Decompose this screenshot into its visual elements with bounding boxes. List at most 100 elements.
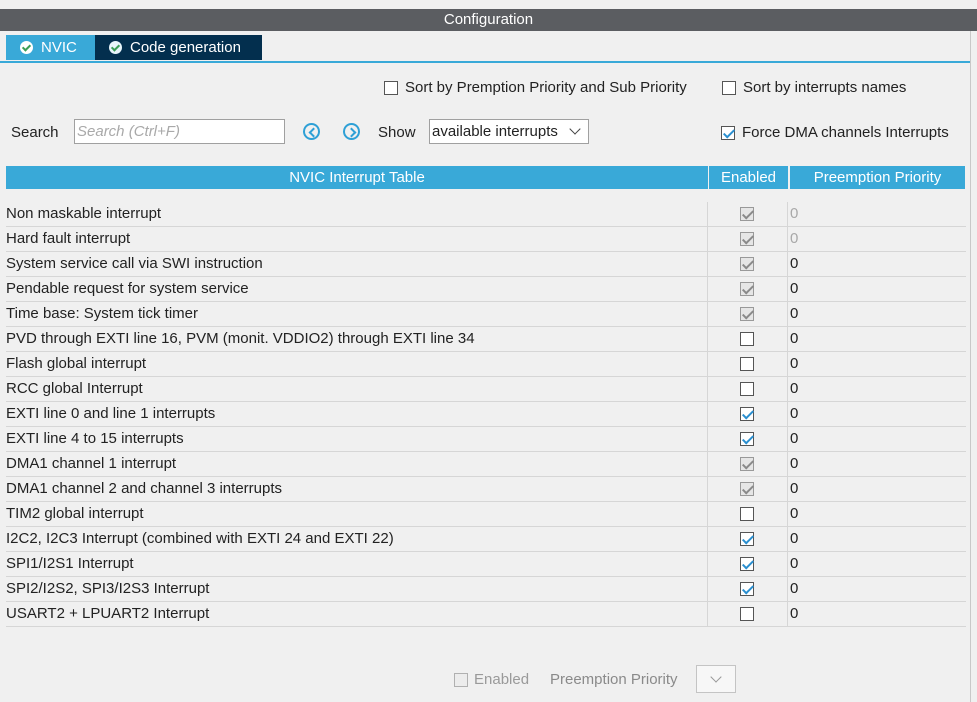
search-label: Search bbox=[11, 124, 59, 141]
enabled-checkbox bbox=[740, 482, 754, 496]
interrupt-name: PVD through EXTI line 16, PVM (monit. VD… bbox=[6, 330, 475, 347]
preemption-priority-value[interactable]: 0 bbox=[790, 230, 798, 247]
footer-enabled-label: Enabled bbox=[474, 671, 530, 688]
preemption-priority-value[interactable]: 0 bbox=[790, 280, 798, 297]
table-row[interactable]: Pendable request for system service 0 bbox=[6, 277, 966, 302]
enabled-checkbox[interactable] bbox=[740, 507, 754, 521]
tab-code-generation[interactable]: Code generation bbox=[95, 35, 262, 60]
enabled-checkbox[interactable] bbox=[740, 357, 754, 371]
table-row[interactable]: SPI1/I2S1 Interrupt 0 bbox=[6, 552, 966, 577]
footer-enabled-option: Enabled bbox=[454, 671, 529, 688]
table-row[interactable]: USART2 + LPUART2 Interrupt 0 bbox=[6, 602, 966, 627]
interrupt-name: Flash global interrupt bbox=[6, 355, 147, 372]
interrupt-name: SPI1/I2S1 Interrupt bbox=[6, 555, 134, 572]
enabled-checkbox bbox=[740, 282, 754, 296]
interrupt-name: USART2 + LPUART2 Interrupt bbox=[6, 605, 210, 622]
interrupt-name: Time base: System tick timer bbox=[6, 305, 198, 322]
table-row[interactable]: Flash global interrupt 0 bbox=[6, 352, 966, 377]
check-circle-icon bbox=[20, 41, 33, 54]
interrupt-name: Pendable request for system service bbox=[6, 280, 249, 297]
enabled-checkbox[interactable] bbox=[740, 407, 754, 421]
preemption-priority-value[interactable]: 0 bbox=[790, 355, 798, 372]
preemption-priority-value[interactable]: 0 bbox=[790, 330, 798, 347]
preemption-priority-value[interactable]: 0 bbox=[790, 580, 798, 597]
force-dma-option[interactable]: Force DMA channels Interrupts bbox=[721, 124, 949, 141]
chevron-left-circle-icon[interactable] bbox=[303, 123, 320, 140]
footer-priority-select bbox=[696, 665, 736, 693]
table-row[interactable]: DMA1 channel 1 interrupt 0 bbox=[6, 452, 966, 477]
footer-priority-label: Preemption Priority bbox=[550, 671, 678, 688]
table-row[interactable]: I2C2, I2C3 Interrupt (combined with EXTI… bbox=[6, 527, 966, 552]
enabled-checkbox[interactable] bbox=[740, 532, 754, 546]
chevron-down-icon bbox=[710, 671, 722, 683]
enabled-checkbox bbox=[740, 457, 754, 471]
chevron-down-icon bbox=[569, 123, 581, 135]
show-filter-value: available interrupts bbox=[432, 123, 558, 140]
enabled-checkbox[interactable] bbox=[740, 582, 754, 596]
search-input[interactable] bbox=[74, 119, 285, 144]
enabled-checkbox[interactable] bbox=[740, 332, 754, 346]
preemption-priority-value[interactable]: 0 bbox=[790, 380, 798, 397]
enabled-checkbox[interactable] bbox=[740, 607, 754, 621]
enabled-checkbox bbox=[740, 257, 754, 271]
force-dma-checkbox[interactable] bbox=[721, 125, 735, 140]
enabled-checkbox[interactable] bbox=[740, 557, 754, 571]
window-title: Configuration bbox=[0, 9, 977, 31]
preemption-priority-value[interactable]: 0 bbox=[790, 605, 798, 622]
chevron-right-circle-icon[interactable] bbox=[343, 123, 360, 140]
sort-priority-option[interactable]: Sort by Premption Priority and Sub Prior… bbox=[384, 79, 687, 96]
preemption-priority-value[interactable]: 0 bbox=[790, 555, 798, 572]
show-label: Show bbox=[378, 124, 416, 141]
preemption-priority-value[interactable]: 0 bbox=[790, 205, 798, 222]
show-filter-select[interactable]: available interrupts bbox=[429, 119, 589, 144]
sort-priority-checkbox[interactable] bbox=[384, 80, 398, 95]
table-row[interactable]: RCC global Interrupt 0 bbox=[6, 377, 966, 402]
preemption-priority-value[interactable]: 0 bbox=[790, 305, 798, 322]
table-row[interactable]: System service call via SWI instruction 0 bbox=[6, 252, 966, 277]
tab-underline bbox=[0, 61, 970, 63]
table-row[interactable]: Time base: System tick timer 0 bbox=[6, 302, 966, 327]
interrupt-name: EXTI line 4 to 15 interrupts bbox=[6, 430, 184, 447]
table-row[interactable]: TIM2 global interrupt 0 bbox=[6, 502, 966, 527]
tab-nvic-label: NVIC bbox=[41, 39, 77, 56]
preemption-priority-value[interactable]: 0 bbox=[790, 255, 798, 272]
table-row[interactable]: Non maskable interrupt 0 bbox=[6, 202, 966, 227]
table-header-enabled[interactable]: Enabled bbox=[709, 166, 788, 189]
interrupt-name: DMA1 channel 2 and channel 3 interrupts bbox=[6, 480, 283, 497]
table-row[interactable]: DMA1 channel 2 and channel 3 interrupts 0 bbox=[6, 477, 966, 502]
preemption-priority-value[interactable]: 0 bbox=[790, 505, 798, 522]
enabled-checkbox[interactable] bbox=[740, 432, 754, 446]
preemption-priority-value[interactable]: 0 bbox=[790, 480, 798, 497]
tab-code-generation-label: Code generation bbox=[130, 39, 241, 56]
table-row[interactable]: PVD through EXTI line 16, PVM (monit. VD… bbox=[6, 327, 966, 352]
interrupt-name: SPI2/I2S2, SPI3/I2S3 Interrupt bbox=[6, 580, 210, 597]
table-row[interactable]: EXTI line 0 and line 1 interrupts 0 bbox=[6, 402, 966, 427]
sort-names-label: Sort by interrupts names bbox=[743, 79, 907, 96]
interrupt-name: EXTI line 0 and line 1 interrupts bbox=[6, 405, 216, 422]
enabled-checkbox[interactable] bbox=[740, 382, 754, 396]
footer-enabled-checkbox bbox=[454, 672, 468, 687]
interrupt-name: I2C2, I2C3 Interrupt (combined with EXTI… bbox=[6, 530, 394, 547]
table-header-preemption[interactable]: Preemption Priority bbox=[790, 166, 965, 189]
table-row[interactable]: Hard fault interrupt 0 bbox=[6, 227, 966, 252]
preemption-priority-value[interactable]: 0 bbox=[790, 530, 798, 547]
table-header-name[interactable]: NVIC Interrupt Table bbox=[6, 166, 708, 189]
table-row[interactable]: EXTI line 4 to 15 interrupts 0 bbox=[6, 427, 966, 452]
sort-names-checkbox[interactable] bbox=[722, 80, 736, 95]
sort-names-option[interactable]: Sort by interrupts names bbox=[722, 79, 906, 96]
table-row[interactable]: SPI2/I2S2, SPI3/I2S3 Interrupt 0 bbox=[6, 577, 966, 602]
panel-border bbox=[970, 31, 971, 702]
enabled-checkbox bbox=[740, 232, 754, 246]
preemption-priority-value[interactable]: 0 bbox=[790, 455, 798, 472]
tab-bar: NVIC Code generation bbox=[6, 35, 262, 60]
interrupt-name: TIM2 global interrupt bbox=[6, 505, 144, 522]
interrupt-name: DMA1 channel 1 interrupt bbox=[6, 455, 177, 472]
check-circle-icon bbox=[109, 41, 122, 54]
interrupt-table: Non maskable interrupt 0 Hard fault interr… bbox=[6, 202, 966, 627]
preemption-priority-value[interactable]: 0 bbox=[790, 430, 798, 447]
tab-nvic[interactable]: NVIC bbox=[6, 35, 95, 60]
enabled-checkbox bbox=[740, 207, 754, 221]
interrupt-name: RCC global Interrupt bbox=[6, 380, 143, 397]
preemption-priority-value[interactable]: 0 bbox=[790, 405, 798, 422]
interrupt-name: Hard fault interrupt bbox=[6, 230, 131, 247]
